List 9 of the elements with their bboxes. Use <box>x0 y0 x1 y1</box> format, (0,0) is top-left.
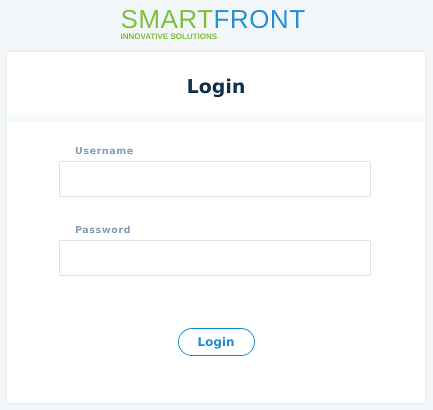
field-label: Username <box>75 146 135 157</box>
input-field[interactable] <box>59 240 371 276</box>
input-field[interactable] <box>59 161 371 197</box>
login-button[interactable]: Login <box>178 328 254 356</box>
field-label: Password <box>75 225 132 236</box>
logo-tagline: INNOVATIVE SOLUTIONS <box>120 32 218 41</box>
logo-wordmark: SMART <box>120 6 214 32</box>
logo-wordmark: FRONT <box>214 6 306 32</box>
page-title: Login <box>186 76 246 98</box>
